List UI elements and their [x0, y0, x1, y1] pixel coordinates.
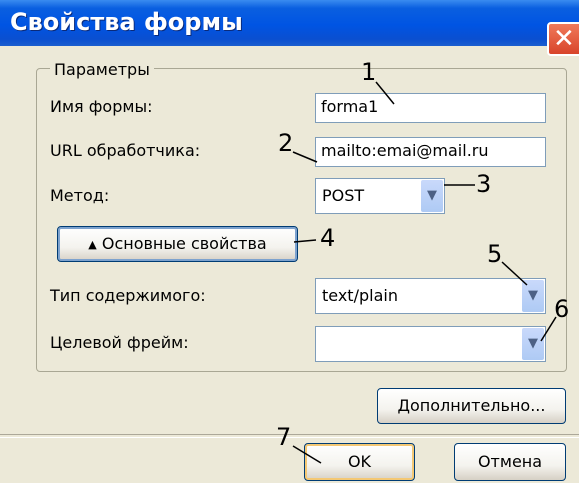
callout-3: 3	[476, 170, 492, 198]
callout-6: 6	[554, 295, 570, 323]
callout-2: 2	[278, 129, 294, 157]
form-properties-dialog: Свойства формы ✕ Параметры Имя формы: fo…	[0, 0, 579, 483]
callout-1: 1	[361, 58, 377, 86]
callout-5: 5	[487, 240, 503, 268]
callout-4: 4	[320, 224, 336, 252]
callout-7: 7	[276, 423, 292, 451]
